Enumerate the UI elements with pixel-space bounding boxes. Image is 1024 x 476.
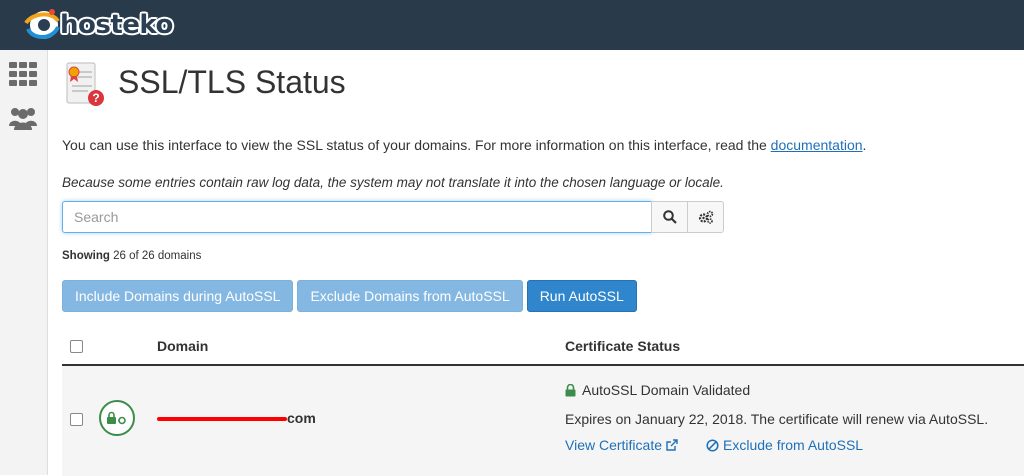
run-autossl-button[interactable]: Run AutoSSL [526, 280, 637, 312]
results-count-label: Showing [62, 250, 110, 262]
domain-column-header[interactable]: Domain [157, 338, 208, 354]
grid-icon[interactable] [9, 62, 37, 86]
sidebar [0, 50, 48, 475]
intro-text: You can use this interface to view the S… [62, 137, 866, 153]
exclude-from-autossl-label: Exclude from AutoSSL [723, 437, 864, 453]
results-count: Showing 26 of 26 domains [62, 250, 201, 262]
gears-icon [698, 210, 713, 224]
row-checkbox[interactable] [70, 413, 83, 426]
table-header: Domain Certificate Status [62, 328, 1024, 366]
view-certificate-label: View Certificate [565, 437, 663, 453]
results-count-text: 26 of 26 domains [113, 250, 202, 262]
exclude-from-autossl-link[interactable]: Exclude from AutoSSL [706, 437, 863, 453]
brand-name: hosteko [60, 10, 173, 40]
search-button[interactable] [651, 201, 688, 233]
ssl-status-indicator [99, 400, 135, 436]
locale-note: Because some entries contain raw log dat… [62, 175, 724, 190]
certificate-status: AutoSSL Domain Validated [565, 382, 750, 398]
svg-text:?: ? [92, 91, 99, 105]
lock-valid-icon [107, 411, 126, 425]
search-settings-button[interactable] [687, 201, 724, 233]
include-domains-button[interactable]: Include Domains during AutoSSL [62, 280, 294, 312]
autossl-actions: Include Domains during AutoSSL Exclude D… [62, 280, 637, 312]
page-title: SSL/TLS Status [118, 64, 346, 100]
logo-swirl-icon [24, 9, 60, 39]
search-input[interactable] [62, 201, 652, 233]
external-link-icon [666, 439, 678, 451]
certificate-expiry: Expires on January 22, 2018. The certifi… [565, 411, 989, 427]
ban-icon [706, 438, 719, 452]
users-icon[interactable] [9, 106, 37, 130]
status-column-header[interactable]: Certificate Status [565, 338, 680, 354]
lock-icon [565, 383, 576, 396]
row-actions: View Certificate Exclude from AutoSSL [565, 437, 863, 453]
search-icon [662, 210, 677, 224]
documentation-link[interactable]: documentation [771, 137, 863, 153]
top-navbar: hosteko [0, 0, 1024, 50]
certificate-status-text: AutoSSL Domain Validated [582, 382, 751, 398]
intro-text-end: . [862, 137, 867, 153]
domains-table: Domain Certificate Status com AutoSSL Do… [62, 328, 1024, 476]
table-row: com AutoSSL Domain Validated Expires on … [62, 366, 1024, 476]
search-bar [62, 201, 728, 233]
main-content: ? SSL/TLS Status You can use this interf… [47, 50, 1024, 476]
select-all-checkbox[interactable] [70, 340, 83, 353]
intro-text-body: You can use this interface to view the S… [62, 137, 767, 153]
certificate-warning-icon: ? [66, 62, 104, 106]
view-certificate-link[interactable]: View Certificate [565, 437, 678, 453]
hosteko-logo[interactable]: hosteko [22, 6, 173, 44]
redaction-mark [157, 417, 287, 421]
domain-suffix: com [287, 410, 316, 426]
exclude-domains-button[interactable]: Exclude Domains from AutoSSL [297, 280, 523, 312]
